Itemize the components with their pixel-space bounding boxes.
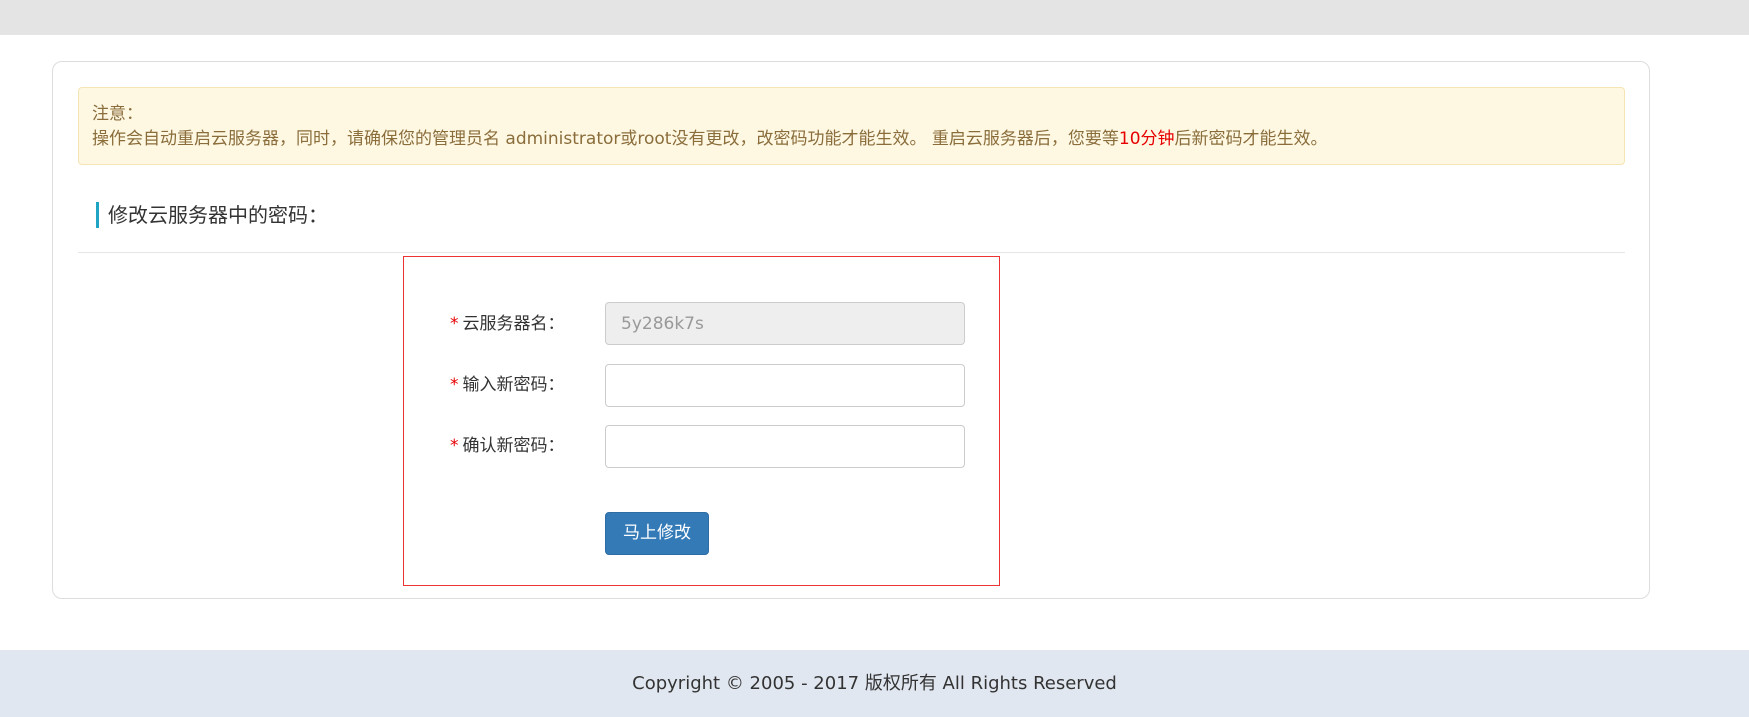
required-mark: * <box>450 436 459 456</box>
server-name-label-text: 云服务器名： <box>462 314 565 334</box>
confirm-password-label-text: 确认新密码： <box>462 436 565 456</box>
required-mark: * <box>450 375 459 395</box>
notice-highlight: 10分钟 <box>1118 129 1175 149</box>
server-name-input <box>605 302 965 345</box>
footer: Copyright © 2005 - 2017 版权所有 All Rights … <box>0 650 1749 717</box>
notice-text: 操作会自动重启云服务器，同时，请确保您的管理员名 administrator或r… <box>92 127 1624 152</box>
submit-button[interactable]: 马上修改 <box>605 512 709 555</box>
notice-title: 注意： <box>92 104 143 124</box>
section-title: 修改云服务器中的密码： <box>96 202 328 228</box>
notice-text-after: 后新密码才能生效。 <box>1174 129 1328 149</box>
notice-box: 注意： 操作会自动重启云服务器，同时，请确保您的管理员名 administrat… <box>78 87 1625 165</box>
new-password-label-text: 输入新密码： <box>462 375 565 395</box>
footer-copyright: Copyright © 2005 - 2017 版权所有 All Rights … <box>632 673 1117 694</box>
confirm-password-label: * 确认新密码： <box>450 431 580 461</box>
confirm-password-input[interactable] <box>605 425 965 468</box>
new-password-label: * 输入新密码： <box>450 370 580 400</box>
server-name-label: * 云服务器名： <box>450 309 580 339</box>
top-bar <box>0 0 1749 35</box>
required-mark: * <box>450 314 459 334</box>
divider <box>78 252 1625 253</box>
new-password-input[interactable] <box>605 364 965 407</box>
notice-text-before: 操作会自动重启云服务器，同时，请确保您的管理员名 administrator或r… <box>92 129 1119 149</box>
